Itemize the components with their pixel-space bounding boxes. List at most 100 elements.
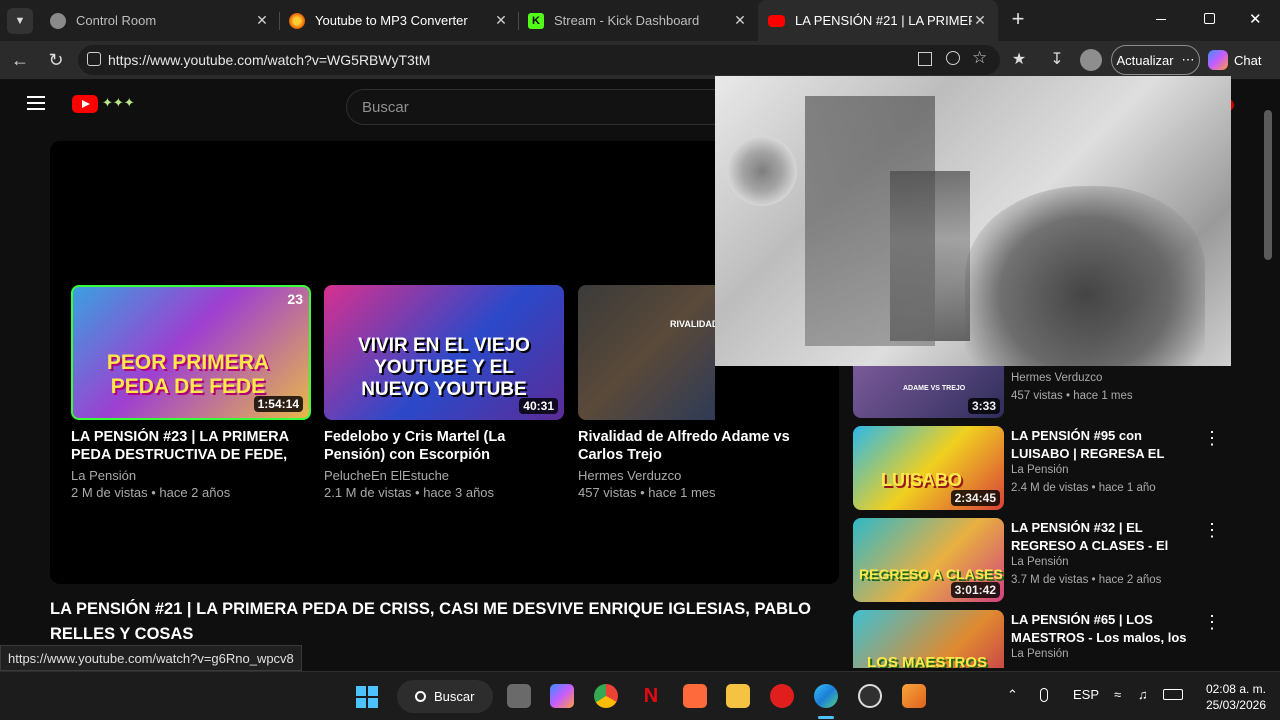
video-meta: 457 vistas • hace 1 mes: [578, 485, 716, 500]
back-button[interactable]: ←: [9, 49, 31, 71]
video-title[interactable]: Rivalidad de Alfredo Adame vs Carlos Tre…: [578, 428, 808, 464]
restore-button[interactable]: [1204, 13, 1215, 24]
video-thumbnail[interactable]: ADAME VS TREJO 3:33: [853, 365, 1004, 418]
favorite-star-icon[interactable]: ☆: [972, 48, 987, 68]
status-link-tooltip: https://www.youtube.com/watch?v=g6Rno_wp…: [0, 645, 302, 671]
taskbar-search[interactable]: Buscar: [397, 680, 493, 713]
apps-icon[interactable]: [918, 52, 932, 66]
clock-date: 25/03/2026: [1205, 698, 1266, 712]
tab-label: Youtube to MP3 Converter: [315, 13, 468, 28]
tab-label: Stream - Kick Dashboard: [554, 13, 700, 28]
site-info-icon[interactable]: [87, 52, 101, 66]
close-icon[interactable]: ✕: [732, 12, 748, 29]
wifi-icon[interactable]: ≈: [1114, 687, 1121, 702]
ceiling-fan-shape: [727, 136, 797, 206]
page-scrollbar[interactable]: [1264, 110, 1272, 260]
channel-name[interactable]: Hermes Verduzco: [1011, 372, 1102, 384]
channel-name[interactable]: La Pensión: [1011, 464, 1069, 476]
search-input[interactable]: Buscar: [346, 89, 726, 125]
taskbar: Buscar N ⌃ ESP ≈ ♫ 02:08 a. m. 25/03/202…: [0, 671, 1280, 720]
favorites-icon[interactable]: ★: [1008, 49, 1030, 71]
battery-icon[interactable]: [1163, 689, 1183, 700]
url-text: https://www.youtube.com/watch?v=WG5RBWyT…: [108, 52, 431, 68]
episode-badge: 23: [287, 291, 303, 307]
duration-badge: 1:54:14: [253, 396, 303, 412]
channel-name[interactable]: PelucheEn ElEstuche: [324, 467, 564, 484]
video-meta: 457 vistas • hace 1 mes: [1011, 390, 1133, 402]
endcard-video[interactable]: VIVIR EN EL VIEJO YOUTUBE Y EL NUEVO YOU…: [324, 285, 564, 501]
tab-search-button[interactable]: ▼: [7, 8, 33, 34]
endcard-video[interactable]: RIVALIDAD Rivalidad de Alfredo Adame vs …: [578, 285, 790, 501]
address-bar[interactable]: https://www.youtube.com/watch?v=WG5RBWyT…: [78, 45, 1000, 75]
file-explorer-icon[interactable]: [726, 684, 750, 708]
tab-mp3-converter[interactable]: Youtube to MP3 Converter ✕: [279, 0, 519, 41]
language-indicator[interactable]: ESP: [1073, 687, 1099, 702]
video-thumbnail[interactable]: RIVALIDAD: [578, 285, 715, 420]
video-thumbnail[interactable]: VIVIR EN EL VIEJO YOUTUBE Y EL NUEVO YOU…: [324, 285, 564, 420]
new-tab-button[interactable]: +: [1007, 8, 1029, 31]
channel-name[interactable]: La Pensión: [71, 467, 311, 484]
volume-icon[interactable]: ♫: [1138, 687, 1148, 702]
minimize-button[interactable]: [1156, 11, 1172, 27]
copilot-app-icon[interactable]: [550, 684, 574, 708]
channel-name[interactable]: La Pensión: [1011, 556, 1069, 568]
clock-time: 02:08 a. m.: [1205, 682, 1266, 696]
close-window-button[interactable]: ✕: [1249, 10, 1262, 28]
close-icon[interactable]: ✕: [972, 12, 988, 29]
search-placeholder: Buscar: [362, 98, 409, 116]
video-title[interactable]: LA PENSIÓN #23 | LA PRIMERA PEDA DESTRUC…: [71, 428, 311, 464]
video-title[interactable]: LA PENSIÓN #65 | LOS MAESTROS - Los malo…: [1011, 611, 1199, 647]
tab-control-room[interactable]: Control Room ✕: [40, 0, 280, 41]
video-meta: 3.7 M de vistas • hace 2 años: [1011, 574, 1162, 586]
youtube-logo[interactable]: [72, 95, 98, 113]
task-view-icon[interactable]: [507, 684, 531, 708]
chrome-icon[interactable]: [594, 684, 618, 708]
copilot-chat-button[interactable]: Chat: [1208, 49, 1261, 71]
youtube-app-icon[interactable]: [770, 684, 794, 708]
sidebar-video[interactable]: REGRESO A CLASES 3:01:42 LA PENSIÓN #32 …: [853, 518, 1233, 602]
zoom-icon[interactable]: [946, 51, 960, 65]
tab-youtube-active[interactable]: LA PENSIÓN #21 | LA PRIMERA PE ✕: [758, 0, 998, 41]
thumbnail-caption: LUISABO: [881, 470, 962, 490]
video-thumbnail[interactable]: LUISABO 2:34:45: [853, 426, 1004, 510]
video-title-heading: LA PENSIÓN #21 | LA PRIMERA PEDA DE CRIS…: [50, 600, 811, 643]
tab-label: LA PENSIÓN #21 | LA PRIMERA PE: [795, 13, 972, 28]
video-title[interactable]: LA PENSIÓN #32 | EL REGRESO A CLASES - E…: [1011, 519, 1199, 555]
browser-toolbar: ← ↻ https://www.youtube.com/watch?v=WG5R…: [0, 41, 1280, 79]
clock[interactable]: 02:08 a. m. 25/03/2026: [1196, 681, 1266, 713]
update-button[interactable]: Actualizar ⋯: [1111, 45, 1200, 75]
edge-icon[interactable]: [814, 684, 838, 708]
video-thumbnail[interactable]: PEOR PRIMERA PEDA DE FEDE 23 1:54:14: [71, 285, 311, 420]
tab-kick-dashboard[interactable]: K Stream - Kick Dashboard ✕: [518, 0, 758, 41]
sidebar-video[interactable]: LUISABO 2:34:45 LA PENSIÓN #95 con LUISA…: [853, 426, 1233, 510]
close-icon[interactable]: ✕: [254, 12, 270, 29]
more-icon: ⋯: [1181, 52, 1195, 67]
download-icon[interactable]: ↧: [1046, 49, 1068, 71]
profile-avatar[interactable]: [1080, 49, 1102, 71]
menu-icon[interactable]: [27, 96, 45, 110]
video-thumbnail[interactable]: REGRESO A CLASES 3:01:42: [853, 518, 1004, 602]
more-options-icon[interactable]: ⋮: [1203, 612, 1221, 633]
channel-name[interactable]: La Pensión: [1011, 648, 1069, 660]
channel-name[interactable]: Hermes Verduzco: [578, 467, 718, 484]
tray-chevron-icon[interactable]: ⌃: [1007, 687, 1018, 703]
tab-strip: ▼ Control Room ✕ Youtube to MP3 Converte…: [0, 0, 1280, 41]
endcard-video[interactable]: PEOR PRIMERA PEDA DE FEDE 23 1:54:14 LA …: [71, 285, 311, 501]
taskbar-search-label: Buscar: [434, 689, 475, 704]
thumbnail-caption: PEOR PRIMERA PEDA DE FEDE: [106, 351, 270, 398]
sidebar-video[interactable]: ADAME VS TREJO 3:33 Hermes Verduzco 457 …: [853, 365, 1233, 418]
microphone-icon[interactable]: [1040, 688, 1048, 702]
reload-button[interactable]: ↻: [45, 49, 67, 71]
fl-studio-icon[interactable]: [902, 684, 926, 708]
close-icon[interactable]: ✕: [493, 12, 509, 29]
obs-icon[interactable]: [858, 684, 882, 708]
video-title[interactable]: LA PENSIÓN #95 con LUISABO | REGRESA EL …: [1011, 427, 1199, 463]
more-options-icon[interactable]: ⋮: [1203, 520, 1221, 541]
video-title[interactable]: Fedelobo y Cris Martel (La Pensión) con …: [324, 428, 564, 464]
netflix-icon[interactable]: N: [639, 684, 663, 708]
video-thumbnail[interactable]: LOS MAESTROS: [853, 610, 1004, 668]
more-options-icon[interactable]: ⋮: [1203, 428, 1221, 449]
sidebar-video[interactable]: LOS MAESTROS LA PENSIÓN #65 | LOS MAESTR…: [853, 610, 1233, 668]
windows-start-icon[interactable]: [356, 686, 378, 708]
recorder-app-icon[interactable]: [683, 684, 707, 708]
